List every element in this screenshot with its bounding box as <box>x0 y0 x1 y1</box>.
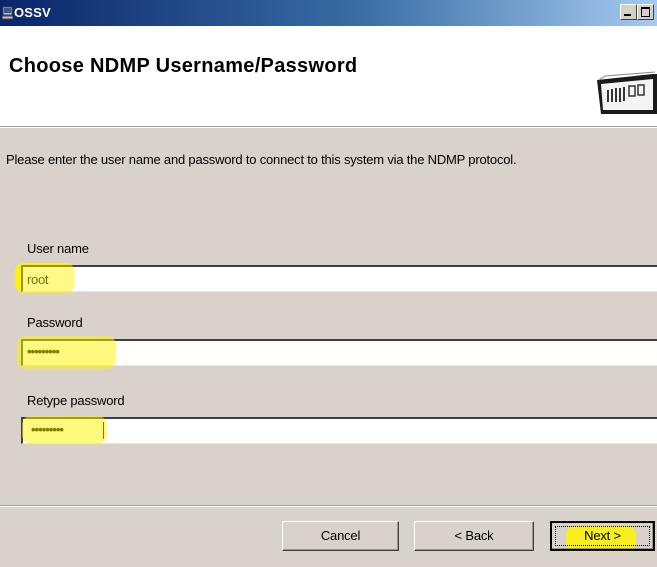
cancel-button-label: Cancel <box>320 528 361 543</box>
back-button-label: < Back <box>454 528 494 543</box>
header-divider <box>0 126 657 128</box>
wizard-header: Choose NDMP Username/Password <box>0 26 657 126</box>
window-title: OSSV <box>14 5 51 20</box>
title-bar[interactable]: OSSV <box>0 0 657 26</box>
minimize-icon <box>624 14 631 16</box>
password-label: Password <box>27 315 83 330</box>
storage-system-icon <box>595 70 657 118</box>
username-field[interactable]: root <box>21 265 657 292</box>
instructions-text: Please enter the user name and password … <box>6 152 517 167</box>
back-button[interactable]: < Back <box>414 521 534 551</box>
retype-password-field[interactable]: ••••••••• <box>21 417 657 444</box>
maximize-icon <box>641 7 650 17</box>
computer-icon <box>1 6 14 20</box>
maximize-button[interactable] <box>637 4 654 20</box>
footer-divider <box>0 505 657 507</box>
password-highlight <box>17 336 116 369</box>
password-field[interactable]: ••••••••• <box>21 339 657 366</box>
retype-password-highlight <box>22 416 107 444</box>
username-label: User name <box>27 241 89 256</box>
next-button-label: Next > <box>584 528 621 543</box>
page-title: Choose NDMP Username/Password <box>9 55 358 77</box>
username-highlight-overlay <box>15 263 75 293</box>
cancel-button[interactable]: Cancel <box>282 521 399 551</box>
next-button[interactable]: Next > <box>550 521 655 551</box>
minimize-button[interactable] <box>620 4 637 20</box>
retype-password-label: Retype password <box>27 393 125 408</box>
